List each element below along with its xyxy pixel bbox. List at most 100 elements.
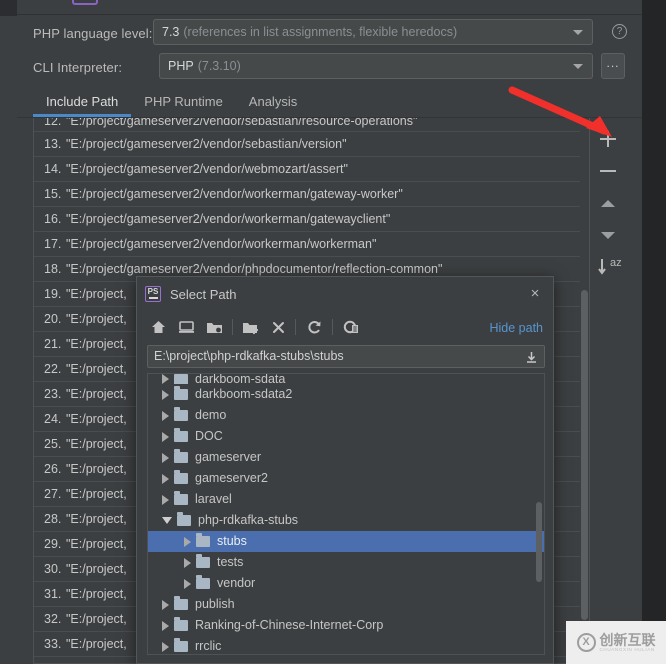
- select-path-dialog: PS Select Path × Hide path E:\project\ph…: [136, 276, 554, 664]
- chevron-right-icon[interactable]: [162, 494, 169, 505]
- include-path-row[interactable]: 12. "E:/project/gameserver2/vendor/sebast…: [34, 118, 589, 132]
- chevron-right-icon[interactable]: [162, 620, 169, 631]
- chevron-right-icon[interactable]: [162, 410, 169, 421]
- folder-icon: [196, 554, 210, 568]
- dialog-title: Select Path: [170, 286, 237, 302]
- include-path-row[interactable]: 13. "E:/project/gameserver2/vendor/sebast…: [34, 132, 589, 157]
- folder-icon: [196, 575, 210, 589]
- move-up-button[interactable]: [594, 190, 622, 216]
- include-path-row-number: 21.: [44, 337, 62, 351]
- help-icon[interactable]: ?: [612, 24, 627, 39]
- chevron-right-icon[interactable]: [162, 389, 169, 400]
- folder-tree-scrollbar-thumb[interactable]: [536, 502, 542, 582]
- tab-include-path[interactable]: Include Path: [33, 94, 132, 117]
- cli-interpreter-select[interactable]: PHP (7.3.10): [159, 53, 593, 79]
- folder-tree-row[interactable]: Ranking-of-Chinese-Internet-Corp: [148, 615, 544, 636]
- top-divider: [17, 14, 642, 15]
- chevron-right-icon[interactable]: [162, 452, 169, 463]
- include-path-row[interactable]: 17. "E:/project/gameserver2/vendor/worker…: [34, 232, 589, 257]
- tab-php-runtime[interactable]: PHP Runtime: [131, 94, 236, 116]
- folder-tree-label: Ranking-of-Chinese-Internet-Corp: [195, 618, 384, 632]
- include-path-row[interactable]: 14. "E:/project/gameserver2/vendor/webmoz…: [34, 157, 589, 182]
- cli-interpreter-value: PHP: [168, 59, 194, 73]
- include-path-row-value: "E:/project,: [66, 337, 127, 351]
- dialog-titlebar[interactable]: PS Select Path ×: [137, 277, 553, 311]
- folder-tree[interactable]: darkboom-sdata darkboom-sdata2 demo DOC game…: [147, 373, 545, 655]
- include-path-row-number: 13.: [44, 137, 62, 151]
- chevron-right-icon[interactable]: [184, 578, 191, 589]
- chevron-right-icon[interactable]: [162, 374, 169, 384]
- path-input[interactable]: E:\project\php-rdkafka-stubs\stubs: [147, 345, 545, 368]
- include-path-row-value: "E:/project/gameserver2/vendor/workerman…: [66, 187, 403, 201]
- move-down-button[interactable]: [594, 222, 622, 248]
- remove-path-button[interactable]: [594, 158, 622, 184]
- folder-tree-row[interactable]: DOC: [148, 426, 544, 447]
- expand-path-icon[interactable]: [525, 351, 538, 364]
- show-hidden-files-icon[interactable]: [342, 318, 361, 336]
- desktop-icon[interactable]: [177, 318, 196, 336]
- include-path-row-number: 22.: [44, 362, 62, 376]
- include-path-row-number: 23.: [44, 387, 62, 401]
- watermark-text: 创新互联: [599, 632, 656, 648]
- include-path-row-value: "E:/project,: [66, 287, 127, 301]
- chevron-right-icon[interactable]: [184, 536, 191, 547]
- folder-tree-row[interactable]: php-rdkafka-stubs: [148, 510, 544, 531]
- include-path-row-number: 29.: [44, 537, 62, 551]
- tab-analysis[interactable]: Analysis: [236, 94, 310, 116]
- include-path-row[interactable]: 16. "E:/project/gameserver2/vendor/worker…: [34, 207, 589, 232]
- home-icon[interactable]: [149, 318, 168, 336]
- folder-tree-label: darkboom-sdata2: [195, 387, 293, 401]
- chevron-right-icon[interactable]: [184, 557, 191, 568]
- include-path-row[interactable]: 15. "E:/project/gameserver2/vendor/worker…: [34, 182, 589, 207]
- hide-path-link[interactable]: Hide path: [489, 321, 543, 335]
- include-path-row-value: "E:/project/gameserver2/vendor/webmozart…: [66, 162, 348, 176]
- sort-alphabetically-button[interactable]: az: [594, 254, 622, 280]
- chevron-right-icon[interactable]: [162, 641, 169, 652]
- folder-tree-row[interactable]: darkboom-sdata2: [148, 384, 544, 405]
- path-input-value: E:\project\php-rdkafka-stubs\stubs: [154, 349, 344, 363]
- include-path-row-number: 18.: [44, 262, 62, 276]
- add-path-button[interactable]: [594, 126, 622, 152]
- folder-tree-row[interactable]: darkboom-sdata: [148, 374, 544, 384]
- include-path-row-value: "E:/project,: [66, 387, 127, 401]
- folder-tree-row[interactable]: tests: [148, 552, 544, 573]
- folder-icon: [177, 512, 191, 526]
- folder-tree-row[interactable]: publish: [148, 594, 544, 615]
- folder-icon: [174, 428, 188, 442]
- close-icon[interactable]: ×: [527, 286, 543, 302]
- project-folder-icon[interactable]: [205, 318, 224, 336]
- include-path-row-number: 17.: [44, 237, 62, 251]
- folder-tree-label: rrclic: [195, 639, 222, 653]
- refresh-icon[interactable]: [305, 318, 324, 336]
- chevron-down-icon: [573, 30, 583, 35]
- php-language-level-value: 7.3: [162, 25, 180, 39]
- phpstorm-app-icon: PS: [145, 286, 161, 302]
- include-path-row-number: 25.: [44, 437, 62, 451]
- folder-tree-row[interactable]: gameserver: [148, 447, 544, 468]
- folder-tree-label: DOC: [195, 429, 223, 443]
- include-path-scrollbar-thumb[interactable]: [581, 290, 588, 620]
- php-language-level-select[interactable]: 7.3 (references in list assignments, fle…: [153, 19, 593, 45]
- folder-tree-row[interactable]: gameserver2: [148, 468, 544, 489]
- folder-tree-label: php-rdkafka-stubs: [198, 513, 299, 527]
- app-icon-label: PS: [147, 287, 159, 296]
- include-path-row-value: "E:/project/gameserver2/vendor/workerman…: [66, 212, 391, 226]
- folder-tree-row[interactable]: rrclic: [148, 636, 544, 654]
- chevron-right-icon[interactable]: [162, 473, 169, 484]
- include-path-row-number: 19.: [44, 287, 62, 301]
- folder-icon: [174, 374, 188, 384]
- folder-tree-row[interactable]: demo: [148, 405, 544, 426]
- chevron-right-icon[interactable]: [162, 599, 169, 610]
- include-path-row-number: 20.: [44, 312, 62, 326]
- chevron-down-icon[interactable]: [162, 517, 172, 524]
- folder-tree-row[interactable]: stubs: [148, 531, 544, 552]
- new-folder-icon[interactable]: [241, 318, 260, 336]
- delete-icon[interactable]: [269, 318, 288, 336]
- include-path-scrollbar[interactable]: [580, 118, 589, 663]
- folder-tree-row[interactable]: laravel: [148, 489, 544, 510]
- folder-tree-row[interactable]: vendor: [148, 573, 544, 594]
- include-path-row-number: 27.: [44, 487, 62, 501]
- cli-interpreter-browse-button[interactable]: ...: [601, 53, 625, 79]
- include-path-row-number: 28.: [44, 512, 62, 526]
- chevron-right-icon[interactable]: [162, 431, 169, 442]
